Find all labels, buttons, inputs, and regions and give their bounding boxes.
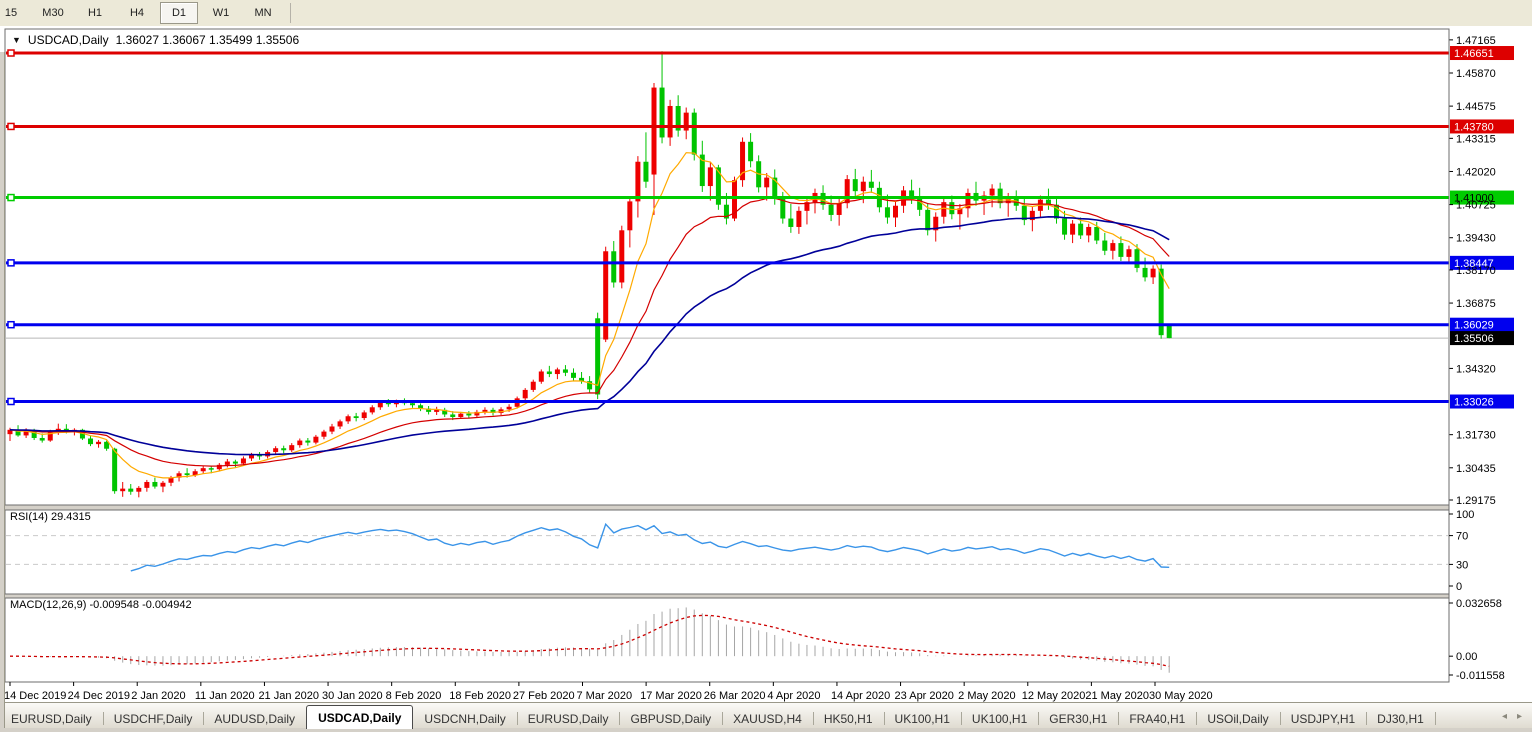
- svg-text:1.31730: 1.31730: [1456, 430, 1496, 442]
- tab-eurusd-daily[interactable]: EURUSD,Daily: [0, 708, 104, 729]
- tab-scroll-left-icon[interactable]: ◂: [1502, 711, 1507, 722]
- svg-text:30 Jan 2020: 30 Jan 2020: [322, 690, 383, 702]
- timeframe-button-mn[interactable]: MN: [244, 2, 282, 24]
- svg-text:1.38170: 1.38170: [1456, 265, 1496, 277]
- chart-window: 1.46651 1.43780 1.41000 1.38447 1.36029 1.330…: [0, 26, 1532, 728]
- svg-text:7 Mar 2020: 7 Mar 2020: [577, 690, 633, 702]
- svg-text:1.46651: 1.46651: [1454, 48, 1494, 60]
- tab-gbpusd-daily[interactable]: GBPUSD,Daily: [619, 708, 724, 729]
- tab-hk50-h1[interactable]: HK50,H1: [813, 708, 885, 729]
- svg-text:1.43315: 1.43315: [1456, 133, 1496, 145]
- svg-text:1.33026: 1.33026: [1454, 397, 1494, 409]
- svg-text:1.40725: 1.40725: [1456, 200, 1496, 212]
- svg-text:0: 0: [1456, 581, 1462, 593]
- svg-text:8 Feb 2020: 8 Feb 2020: [386, 690, 442, 702]
- tab-scroll-right-icon[interactable]: ▸: [1517, 711, 1522, 722]
- tab-ger30-h1[interactable]: GER30,H1: [1038, 708, 1120, 729]
- tab-uk100-h1[interactable]: UK100,H1: [961, 708, 1040, 729]
- timeframe-button-d1[interactable]: D1: [160, 2, 198, 24]
- chart-symbol-period: USDCAD,Daily: [27, 33, 109, 47]
- chart-ohlc-values: 1.36027 1.36067 1.35499 1.35506: [115, 33, 300, 47]
- current-price-label: 1.35506: [1450, 331, 1514, 346]
- svg-text:100: 100: [1456, 509, 1474, 521]
- timeframe-button-w1[interactable]: W1: [202, 2, 240, 24]
- chart-title: ▼ USDCAD,Daily 1.36027 1.36067 1.35499 1…: [12, 33, 299, 47]
- svg-text:14 Apr 2020: 14 Apr 2020: [831, 690, 890, 702]
- svg-text:30: 30: [1456, 559, 1468, 571]
- svg-text:18 Feb 2020: 18 Feb 2020: [449, 690, 511, 702]
- window-left-edge: [0, 52, 5, 728]
- svg-text:1.45870: 1.45870: [1456, 68, 1496, 80]
- timeframe-button-15[interactable]: 15: [0, 2, 30, 24]
- svg-text:12 May 2020: 12 May 2020: [1022, 690, 1086, 702]
- bottom-strip: [0, 728, 1532, 732]
- tab-usdcnh-daily[interactable]: USDCNH,Daily: [413, 708, 518, 729]
- svg-text:1.39430: 1.39430: [1456, 233, 1496, 245]
- svg-text:27 Feb 2020: 27 Feb 2020: [513, 690, 575, 702]
- svg-text:14 Dec 2019: 14 Dec 2019: [4, 690, 66, 702]
- svg-text:21 May 2020: 21 May 2020: [1085, 690, 1149, 702]
- svg-text:-0.011558: -0.011558: [1456, 670, 1505, 682]
- svg-text:23 Apr 2020: 23 Apr 2020: [895, 690, 954, 702]
- svg-text:1.35506: 1.35506: [1454, 333, 1494, 345]
- main-chart-canvas[interactable]: 1.466511.437801.410001.384471.360291.330…: [0, 26, 1532, 702]
- svg-text:24 Dec 2019: 24 Dec 2019: [68, 690, 130, 702]
- svg-text:0.00: 0.00: [1456, 651, 1477, 663]
- svg-text:17 Mar 2020: 17 Mar 2020: [640, 690, 702, 702]
- svg-text:26 Mar 2020: 26 Mar 2020: [704, 690, 766, 702]
- svg-text:1.29175: 1.29175: [1456, 495, 1496, 507]
- timeframe-button-m30[interactable]: M30: [34, 2, 72, 24]
- svg-text:1.36029: 1.36029: [1454, 320, 1494, 332]
- svg-text:30 May 2020: 30 May 2020: [1149, 690, 1213, 702]
- chart-tab-bar: EURUSD,Daily USDCHF,Daily AUDUSD,Daily USDC…: [0, 702, 1532, 729]
- tab-xauusd-h4[interactable]: XAUUSD,H4: [722, 708, 814, 729]
- macd-indicator-label: MACD(12,26,9) -0.009548 -0.004942: [10, 599, 192, 611]
- toolbar-divider: [290, 3, 291, 23]
- tab-usdjpy-h1[interactable]: USDJPY,H1: [1280, 708, 1368, 729]
- timeframe-button-h4[interactable]: H4: [118, 2, 156, 24]
- tab-separator: [1434, 712, 1436, 725]
- tab-fra40-h1[interactable]: FRA40,H1: [1118, 708, 1198, 729]
- tab-usdchf-daily[interactable]: USDCHF,Daily: [103, 708, 205, 729]
- svg-text:4 Apr 2020: 4 Apr 2020: [767, 690, 820, 702]
- timeframe-button-h1[interactable]: H1: [76, 2, 114, 24]
- svg-text:1.44575: 1.44575: [1456, 101, 1496, 113]
- svg-text:2 Jan 2020: 2 Jan 2020: [131, 690, 185, 702]
- rsi-indicator-label: RSI(14) 29.4315: [10, 511, 91, 523]
- svg-text:1.34320: 1.34320: [1456, 363, 1496, 375]
- tab-dj30-h1[interactable]: DJ30,H1: [1366, 708, 1436, 729]
- svg-text:1.47165: 1.47165: [1456, 35, 1496, 47]
- svg-text:0.032658: 0.032658: [1456, 598, 1502, 610]
- svg-text:1.30435: 1.30435: [1456, 463, 1496, 475]
- tab-scroll-arrows: ◂ ▸: [1502, 703, 1522, 729]
- svg-text:1.36875: 1.36875: [1456, 298, 1496, 310]
- svg-text:1.43780: 1.43780: [1454, 121, 1494, 133]
- svg-text:11 Jan 2020: 11 Jan 2020: [195, 690, 255, 702]
- chevron-down-icon[interactable]: ▼: [12, 35, 21, 45]
- svg-text:70: 70: [1456, 531, 1468, 543]
- tab-uk100-h1[interactable]: UK100,H1: [884, 708, 962, 729]
- svg-text:1.42020: 1.42020: [1456, 166, 1496, 178]
- tab-eurusd-daily[interactable]: EURUSD,Daily: [517, 708, 621, 729]
- svg-text:21 Jan 2020: 21 Jan 2020: [258, 690, 319, 702]
- tab-audusd-daily[interactable]: AUDUSD,Daily: [203, 708, 308, 729]
- svg-text:2 May 2020: 2 May 2020: [958, 690, 1015, 702]
- tab-usdcad-daily[interactable]: USDCAD,Daily: [306, 705, 414, 729]
- tab-usoil-daily[interactable]: USOil,Daily: [1196, 708, 1281, 729]
- timeframe-toolbar: 15 M30 H1 H4 D1 W1 MN: [0, 0, 1532, 27]
